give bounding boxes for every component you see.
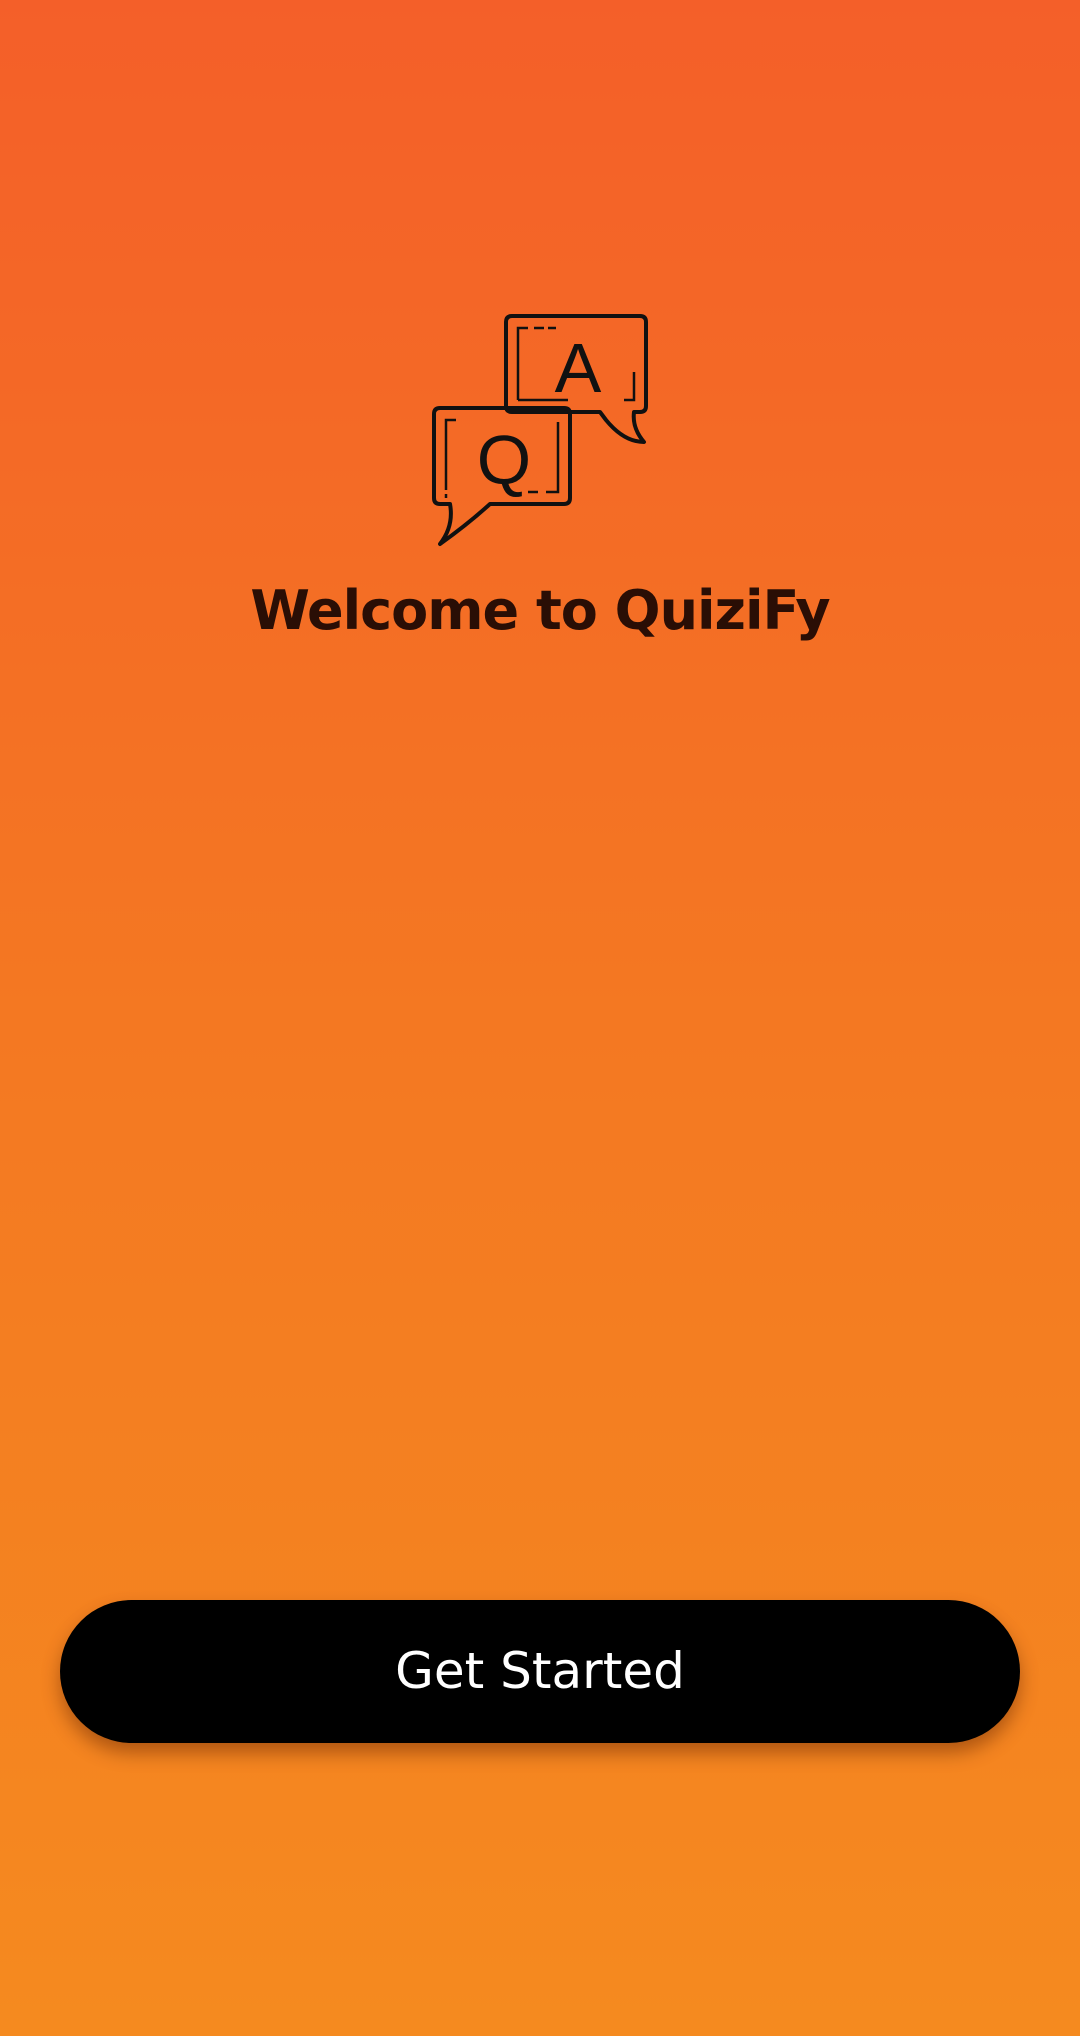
get-started-button[interactable]: Get Started [60, 1600, 1020, 1743]
answer-letter: A [555, 329, 602, 407]
qa-speech-bubbles-icon: A Q [428, 312, 652, 548]
welcome-screen: A Q Welcome to QuiziFy Get Started [0, 0, 1080, 2036]
question-letter: Q [477, 421, 531, 499]
welcome-title: Welcome to QuiziFy [250, 579, 830, 642]
